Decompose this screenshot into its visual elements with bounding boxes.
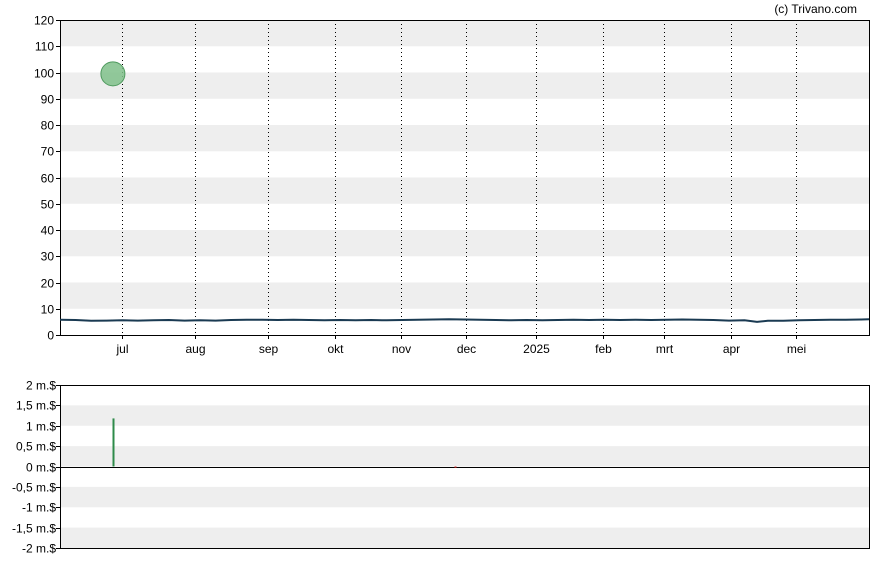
y-tick-label: 20 (41, 277, 55, 291)
top-band (60, 230, 869, 257)
y-tick-label: 30 (41, 250, 55, 264)
volume-chart-bands (60, 405, 869, 548)
volume-band (60, 527, 869, 548)
top-band (60, 282, 869, 309)
volume-y-tick-label: 0 m.$ (26, 461, 56, 475)
top-chart-x-axis: jul aug sep okt nov dec 2025 feb mrt apr mei (115, 335, 806, 356)
x-tick-label: nov (392, 342, 411, 356)
volume-y-tick-label: -1 m.$ (22, 501, 56, 515)
volume-y-tick-label: -0,5 m.$ (12, 481, 56, 495)
y-tick-label: 120 (34, 14, 54, 28)
x-tick-label: apr (723, 342, 740, 356)
y-tick-label: 50 (41, 198, 55, 212)
volume-y-tick-label: 2 m.$ (26, 379, 56, 393)
y-tick-label: 60 (41, 172, 55, 186)
volume-band (60, 446, 869, 467)
event-marker (100, 61, 126, 87)
top-band (60, 125, 869, 152)
x-tick-label: mei (787, 342, 806, 356)
copyright-text: (c) Trivano.com (774, 2, 857, 16)
y-tick-label: 80 (41, 119, 55, 133)
top-chart-bands (60, 20, 869, 309)
top-chart-markers (100, 61, 126, 87)
y-tick-label: 10 (41, 303, 55, 317)
x-tick-label: 2025 (523, 342, 550, 356)
volume-y-tick-label: 0,5 m.$ (16, 440, 56, 454)
x-tick-label: sep (259, 342, 279, 356)
y-tick-label: 90 (41, 93, 55, 107)
y-tick-label: 110 (35, 40, 54, 54)
y-tick-label: 100 (34, 67, 54, 81)
volume-band (60, 405, 869, 426)
top-chart-y-axis: 0 10 20 30 40 50 60 70 80 90 100 110 120 (34, 14, 60, 343)
y-tick-label: 70 (41, 145, 55, 159)
x-tick-label: dec (457, 342, 476, 356)
chart-canvas: 0 10 20 30 40 50 60 70 80 90 100 110 120 jul aug sep ok… (12, 2, 870, 556)
x-tick-label: mrt (656, 342, 674, 356)
x-tick-label: aug (185, 342, 205, 356)
top-band (60, 72, 869, 99)
y-tick-label: 40 (41, 224, 55, 238)
top-band (60, 20, 869, 47)
top-chart-series (59, 318, 870, 323)
x-tick-label: feb (595, 342, 612, 356)
x-tick-label: okt (327, 342, 344, 356)
volume-y-tick-label: -1,5 m.$ (12, 522, 56, 536)
top-band (60, 177, 869, 204)
volume-band (60, 486, 869, 508)
volume-y-tick-label: -2 m.$ (22, 542, 56, 556)
volume-y-tick-label: 1 m.$ (26, 420, 56, 434)
volume-y-tick-label: 1,5 m.$ (16, 399, 56, 413)
y-tick-label: 0 (47, 329, 54, 343)
x-tick-label: jul (115, 342, 128, 356)
price-line (59, 318, 870, 323)
